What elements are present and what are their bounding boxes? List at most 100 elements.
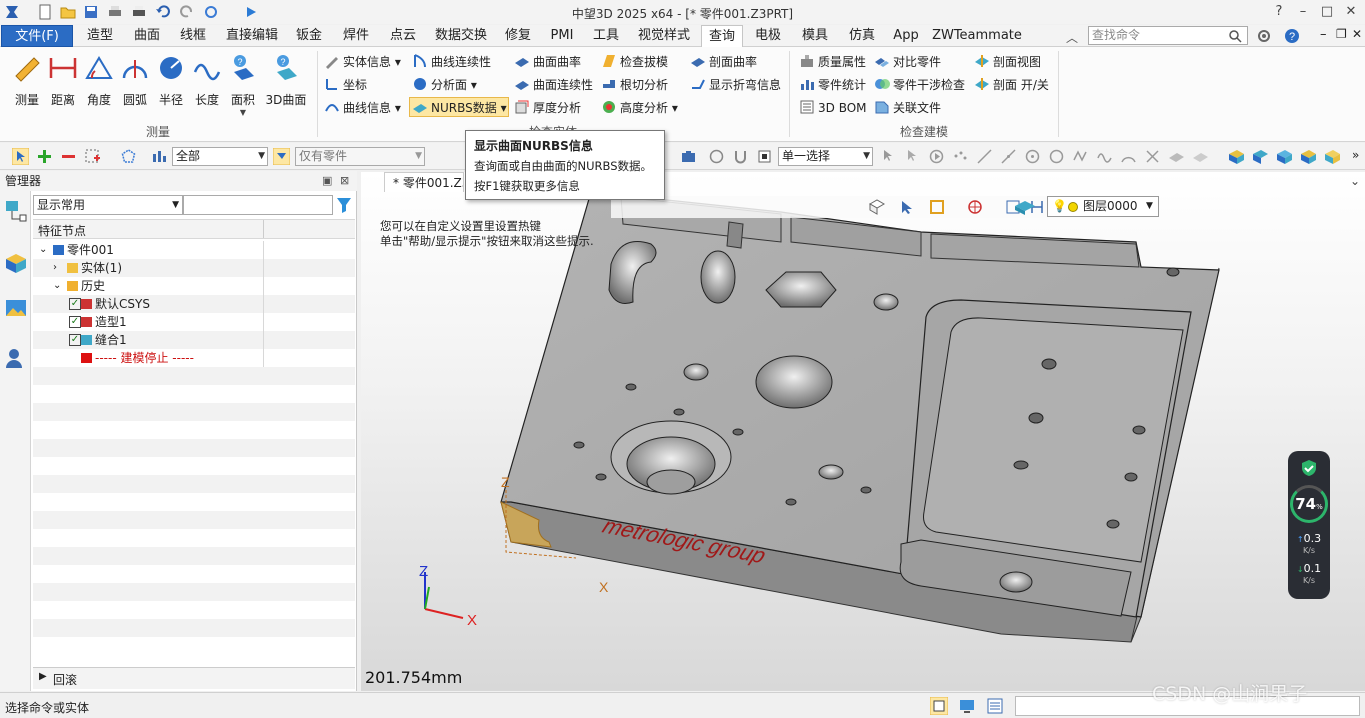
- tab-direct-edit[interactable]: 直接编辑: [222, 25, 282, 47]
- view-orientation-icon[interactable]: [899, 199, 915, 215]
- line-icon[interactable]: [976, 148, 993, 165]
- part-model[interactable]: [500, 191, 1220, 643]
- related-files-button[interactable]: 关联文件: [874, 98, 941, 118]
- tab-pointcloud[interactable]: 点云: [382, 25, 424, 47]
- section-view-button[interactable]: 剖面视图: [974, 52, 1041, 72]
- play-circle-icon[interactable]: [928, 148, 945, 165]
- remove-icon[interactable]: [60, 148, 77, 165]
- tab-pmi[interactable]: PMI: [543, 25, 581, 47]
- thickness-analysis-button[interactable]: 厚度分析: [514, 98, 581, 118]
- area-dropdown-arrow[interactable]: ▼: [224, 108, 262, 117]
- network-monitor-widget[interactable]: 74% ↑0.3 K/s ↓0.1 K/s: [1288, 451, 1330, 599]
- doc-close-button[interactable]: ✕: [1352, 27, 1362, 41]
- tree-node[interactable]: ⌄ 历史: [33, 277, 355, 295]
- tree-node[interactable]: ✓ 缝合1: [33, 331, 355, 349]
- tab-repair[interactable]: 修复: [497, 25, 539, 47]
- cube-blue-icon[interactable]: [1276, 148, 1293, 165]
- box-select-icon[interactable]: [84, 148, 101, 165]
- circle-icon[interactable]: [1048, 148, 1065, 165]
- filter-list-icon[interactable]: [151, 148, 168, 165]
- nurbs-data-button[interactable]: NURBS数据 ▾: [409, 97, 509, 117]
- arc-tool-icon[interactable]: [1120, 148, 1137, 165]
- tab-tools[interactable]: 工具: [586, 25, 626, 47]
- measure-button[interactable]: 测量: [8, 50, 46, 120]
- length-button[interactable]: 长度: [188, 50, 226, 120]
- view-cube-icon[interactable]: [869, 199, 885, 215]
- tab-zwteammate[interactable]: ZWTeammate: [932, 25, 1022, 47]
- user-tab-icon[interactable]: [4, 346, 28, 370]
- search-input[interactable]: 查找命令: [1088, 26, 1248, 45]
- doc-restore-button[interactable]: ❐: [1336, 27, 1347, 41]
- zoom-box-icon[interactable]: [929, 199, 945, 215]
- part-filter-icon[interactable]: [273, 148, 290, 165]
- help-small-icon[interactable]: ?: [1268, 2, 1290, 22]
- surface-continuity-button[interactable]: 曲面连续性: [514, 75, 593, 95]
- style-cube-icon[interactable]: [1013, 198, 1037, 216]
- tab-data-exchange[interactable]: 数据交换: [430, 25, 492, 47]
- section-toggle-button[interactable]: 剖面 开/关: [974, 75, 1049, 95]
- camera-icon[interactable]: [680, 148, 697, 165]
- visibility-checkbox[interactable]: ✓: [69, 298, 81, 310]
- surface-curvature-button[interactable]: 曲面曲率: [514, 52, 581, 72]
- tree-filter-icon[interactable]: [335, 196, 353, 214]
- pin-icon[interactable]: ▣: [322, 171, 332, 191]
- analyze-face-button[interactable]: 分析面 ▾: [412, 75, 477, 95]
- expand-toggle-icon[interactable]: ›: [53, 259, 57, 277]
- command-line-icon[interactable]: [930, 697, 948, 715]
- assembly-tab-icon[interactable]: [4, 251, 28, 275]
- layer-select[interactable]: 💡 图层0000 ▼: [1047, 196, 1159, 217]
- part-filter-select[interactable]: 仅有零件 ▼: [295, 147, 425, 166]
- tree-search-input[interactable]: [183, 195, 333, 215]
- document-tab[interactable]: * 零件001.Z3P: [384, 172, 464, 192]
- display-icon[interactable]: [958, 697, 976, 715]
- mass-properties-button[interactable]: 质量属性: [799, 52, 866, 72]
- 3d-viewport[interactable]: metrologic group Z X Z X 💡 图层0000 ▼: [361, 172, 1365, 691]
- magnet-icon[interactable]: [732, 148, 749, 165]
- 3d-surface-button[interactable]: ? 3D曲面: [264, 50, 308, 120]
- tree-node[interactable]: › 实体(1): [33, 259, 355, 277]
- tab-wireframe[interactable]: 线框: [173, 25, 213, 47]
- rollback-expand-icon[interactable]: ▶: [39, 671, 47, 682]
- close-button[interactable]: ✕: [1340, 2, 1362, 22]
- tree-node[interactable]: ✓ 造型1: [33, 313, 355, 331]
- message-list-icon[interactable]: [986, 697, 1004, 715]
- undercut-button[interactable]: 根切分析: [601, 75, 668, 95]
- pick-filter-icon[interactable]: [880, 148, 897, 165]
- tab-weldment[interactable]: 焊件: [335, 25, 377, 47]
- add-icon[interactable]: [36, 148, 53, 165]
- tab-modeling[interactable]: 造型: [80, 25, 120, 47]
- settings-gear-icon[interactable]: [1256, 28, 1272, 44]
- close-panel-icon[interactable]: ⊠: [340, 171, 349, 191]
- check-draft-button[interactable]: 检查拔模: [601, 52, 668, 72]
- height-analysis-button[interactable]: 高度分析 ▾: [601, 98, 678, 118]
- rollback-bar[interactable]: ▶ 回滚: [33, 667, 355, 689]
- orbit-icon[interactable]: [967, 199, 983, 215]
- help-icon[interactable]: ?: [1284, 28, 1300, 44]
- tree-node[interactable]: ⌄ 零件001: [33, 241, 355, 259]
- tree-node[interactable]: ✓ 默认CSYS: [33, 295, 355, 313]
- arc-button[interactable]: 圆弧: [116, 50, 154, 120]
- spline-icon[interactable]: [1096, 148, 1113, 165]
- polygon-select-icon[interactable]: [120, 148, 137, 165]
- select-mode-select[interactable]: 单一选择 ▼: [778, 147, 873, 166]
- circle-center-icon[interactable]: [1024, 148, 1041, 165]
- tab-sheetmetal[interactable]: 钣金: [288, 25, 330, 47]
- tab-simulation[interactable]: 仿真: [841, 25, 883, 47]
- visibility-checkbox[interactable]: ✓: [69, 334, 81, 346]
- 3d-bom-button[interactable]: 3D BOM: [799, 98, 867, 118]
- feature-tree-tab-icon[interactable]: [4, 199, 28, 223]
- area-button[interactable]: ? 面积 ▼: [224, 50, 262, 120]
- coordinate-button[interactable]: 坐标: [324, 75, 367, 95]
- select-pointer-icon[interactable]: [12, 148, 29, 165]
- compare-parts-button[interactable]: 对比零件: [874, 52, 941, 72]
- section-curvature-button[interactable]: 剖面曲率: [690, 52, 757, 72]
- curve-info-button[interactable]: 曲线信息 ▾: [324, 98, 401, 118]
- image-tab-icon[interactable]: [4, 297, 28, 321]
- doc-minimize-button[interactable]: –: [1320, 27, 1327, 42]
- restore-button[interactable]: □: [1316, 2, 1338, 22]
- line-point-icon[interactable]: [1000, 148, 1017, 165]
- interference-check-button[interactable]: 零件干涉检查: [874, 75, 965, 95]
- bend-info-button[interactable]: 显示折弯信息: [690, 75, 781, 95]
- search-icon[interactable]: [1228, 29, 1242, 43]
- tab-mold[interactable]: 模具: [794, 25, 836, 47]
